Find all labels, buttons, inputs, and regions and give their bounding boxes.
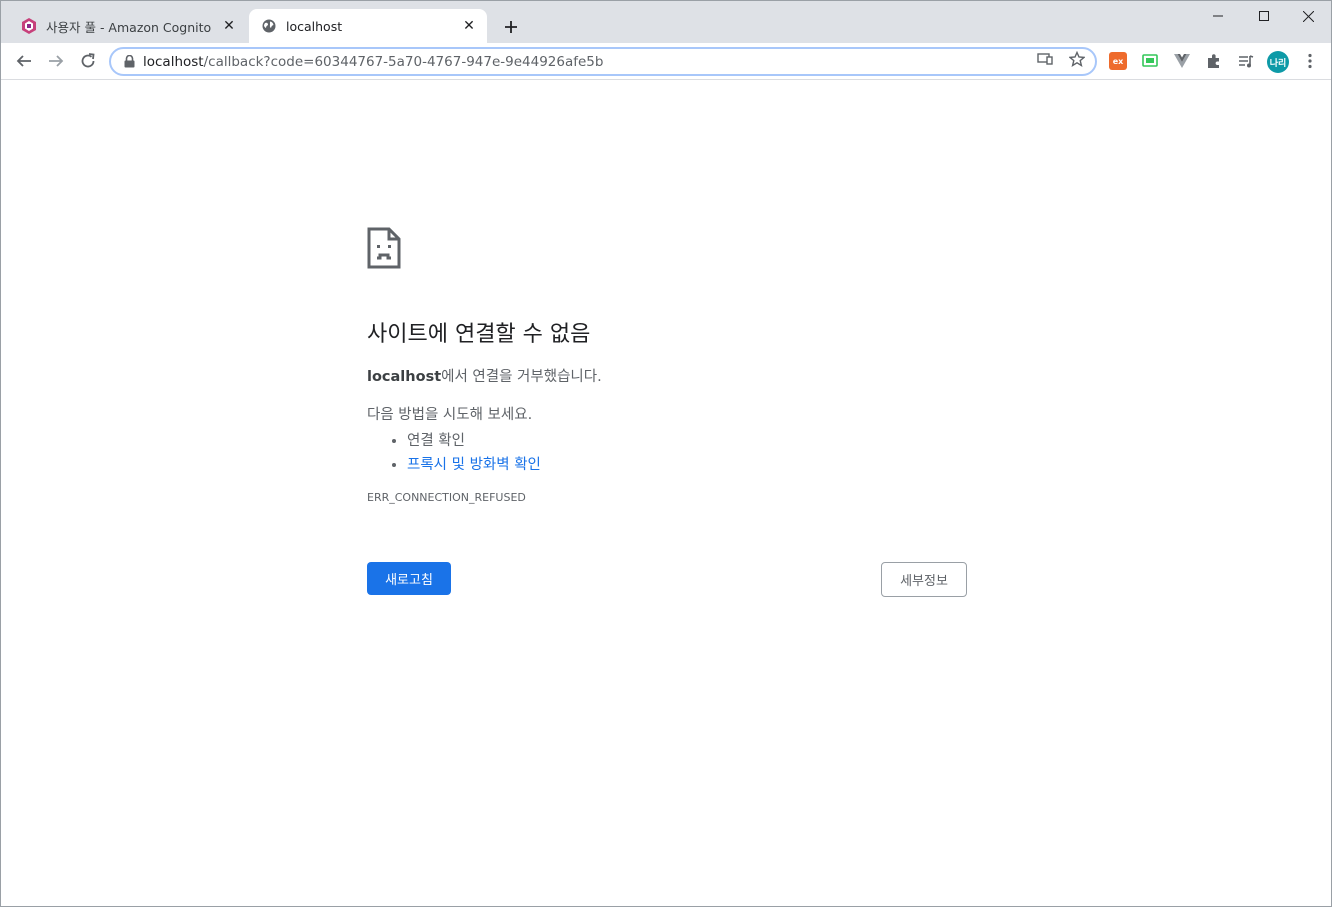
- more-menu-icon[interactable]: [1301, 52, 1319, 70]
- globe-icon: [261, 18, 277, 34]
- close-icon: [1302, 10, 1314, 22]
- new-tab-button[interactable]: [499, 15, 523, 39]
- error-host: localhost: [367, 369, 442, 385]
- close-icon[interactable]: ✕: [461, 18, 477, 34]
- maximize-button[interactable]: [1241, 1, 1287, 31]
- tab-title: localhost: [286, 18, 343, 34]
- tab-localhost[interactable]: localhost ✕: [249, 9, 487, 43]
- url-path: /callback?code=60344767-5a70-4767-947e-9…: [203, 53, 604, 70]
- url-host: localhost: [143, 53, 204, 70]
- error-description: localhost에서 연결을 거부했습니다.: [367, 367, 967, 387]
- sad-page-icon: [367, 227, 401, 269]
- close-icon[interactable]: ✕: [221, 18, 237, 34]
- extension-ex-icon[interactable]: ex: [1109, 52, 1127, 70]
- suggestions-title: 다음 방법을 시도해 보세요.: [367, 407, 533, 423]
- forward-button[interactable]: [42, 47, 70, 75]
- minimize-icon: [1213, 15, 1223, 17]
- tab-cognito[interactable]: 사용자 풀 - Amazon Cognito ✕: [9, 9, 247, 43]
- extensions-puzzle-icon[interactable]: [1205, 52, 1223, 70]
- close-window-button[interactable]: [1285, 1, 1331, 31]
- back-button[interactable]: [10, 47, 38, 75]
- suggestions-list: 연결 확인 프록시 및 방화벽 확인: [367, 429, 967, 477]
- minimize-button[interactable]: [1195, 1, 1241, 31]
- details-button[interactable]: 세부정보: [881, 562, 967, 597]
- url-text: localhost/callback?code=60344767-5a70-47…: [143, 54, 603, 70]
- suggestion-item: 프록시 및 방화벽 확인: [407, 453, 967, 477]
- tab-title: 사용자 풀 - Amazon Cognito: [46, 19, 212, 35]
- error-page: 사이트에 연결할 수 없음 localhost에서 연결을 거부했습니다. 다음…: [367, 227, 967, 504]
- arrow-left-icon: [16, 55, 31, 67]
- address-bar[interactable]: localhost/callback?code=60344767-5a70-47…: [109, 47, 1097, 76]
- browser-toolbar: localhost/callback?code=60344767-5a70-47…: [1, 43, 1331, 80]
- cast-icon[interactable]: [1035, 49, 1055, 69]
- error-heading: 사이트에 연결할 수 없음: [367, 322, 591, 347]
- maximize-icon: [1259, 11, 1269, 21]
- media-queue-icon[interactable]: [1237, 52, 1255, 70]
- plus-icon: [505, 21, 517, 33]
- error-description-text: 에서 연결을 거부했습니다.: [441, 369, 602, 385]
- cognito-icon: [21, 18, 37, 34]
- reload-button[interactable]: [74, 47, 102, 75]
- suggestion-check-proxy-link[interactable]: 프록시 및 방화벽 확인: [407, 457, 541, 473]
- profile-avatar[interactable]: 나리: [1267, 51, 1289, 73]
- lock-icon[interactable]: [121, 54, 137, 70]
- suggestion-check-connection: 연결 확인: [407, 433, 465, 449]
- arrow-right-icon: [49, 55, 64, 67]
- suggestion-item: 연결 확인: [407, 429, 967, 453]
- extension-vue-icon[interactable]: [1173, 52, 1191, 70]
- error-code: ERR_CONNECTION_REFUSED: [367, 491, 526, 504]
- tab-strip: 사용자 풀 - Amazon Cognito ✕ localhost ✕: [1, 1, 1331, 43]
- reload-page-button[interactable]: 새로고침: [367, 562, 451, 595]
- star-icon[interactable]: [1067, 49, 1087, 69]
- reload-icon: [81, 53, 95, 68]
- extension-screen-icon[interactable]: [1141, 52, 1159, 70]
